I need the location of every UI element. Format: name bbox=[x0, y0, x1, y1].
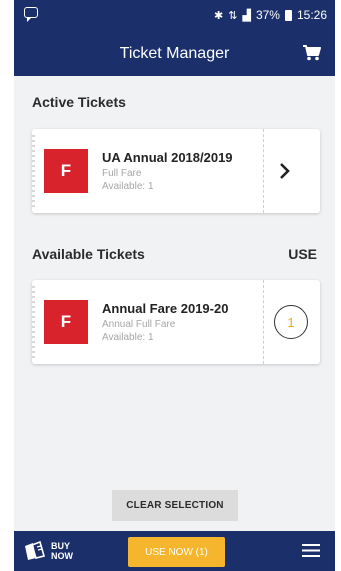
active-tickets-heading: Active Tickets bbox=[32, 94, 126, 110]
hamburger-menu-icon[interactable] bbox=[302, 543, 320, 558]
chevron-right-icon[interactable] bbox=[278, 163, 292, 179]
ticket-fare-type: Full Fare bbox=[102, 168, 142, 179]
use-now-button[interactable]: USE NOW (1) bbox=[128, 537, 225, 567]
signal-icon: ▟ bbox=[242, 9, 251, 22]
buy-now-label: BUY NOW bbox=[51, 541, 73, 561]
page-title: Ticket Manager bbox=[119, 45, 230, 62]
ticket-availability: Available: 1 bbox=[102, 181, 154, 192]
ticket-name: Annual Fare 2019-20 bbox=[102, 301, 229, 316]
buy-tickets-icon bbox=[25, 541, 45, 560]
clock: 15:26 bbox=[296, 8, 327, 22]
use-count-selector[interactable]: 1 bbox=[274, 305, 308, 339]
app-screen: ✱ ⇅ ▟ 37% 15:26 Ticket Manager Active Ti… bbox=[14, 0, 335, 571]
card-divider bbox=[263, 129, 264, 213]
app-header: Ticket Manager bbox=[14, 32, 335, 76]
ticket-fare-type: Annual Full Fare bbox=[102, 319, 176, 330]
available-tickets-heading: Available Tickets bbox=[32, 246, 145, 262]
ticket-fare-badge: F bbox=[44, 300, 88, 344]
battery-percent: 37% bbox=[255, 8, 280, 22]
ticket-fare-badge: F bbox=[44, 149, 88, 193]
shopping-cart-icon[interactable] bbox=[303, 45, 321, 61]
status-bar: ✱ ⇅ ▟ 37% 15:26 bbox=[14, 0, 335, 32]
battery-icon bbox=[284, 9, 292, 21]
message-icon bbox=[24, 7, 38, 22]
bluetooth-icon: ✱ bbox=[214, 9, 224, 22]
use-column-heading: USE bbox=[288, 246, 317, 262]
bottom-bar: BUY NOW USE NOW (1) bbox=[14, 531, 335, 571]
available-ticket-card[interactable]: F Annual Fare 2019-20 Annual Full Fare A… bbox=[32, 280, 320, 364]
clear-selection-button[interactable]: CLEAR SELECTION bbox=[112, 490, 238, 521]
ticket-availability: Available: 1 bbox=[102, 332, 154, 343]
ticket-name: UA Annual 2018/2019 bbox=[102, 150, 233, 165]
card-divider bbox=[263, 280, 264, 364]
buy-now-button[interactable]: BUY NOW bbox=[24, 538, 77, 564]
data-transfer-icon: ⇅ bbox=[228, 9, 238, 22]
active-ticket-card[interactable]: F UA Annual 2018/2019 Full Fare Availabl… bbox=[32, 129, 320, 213]
